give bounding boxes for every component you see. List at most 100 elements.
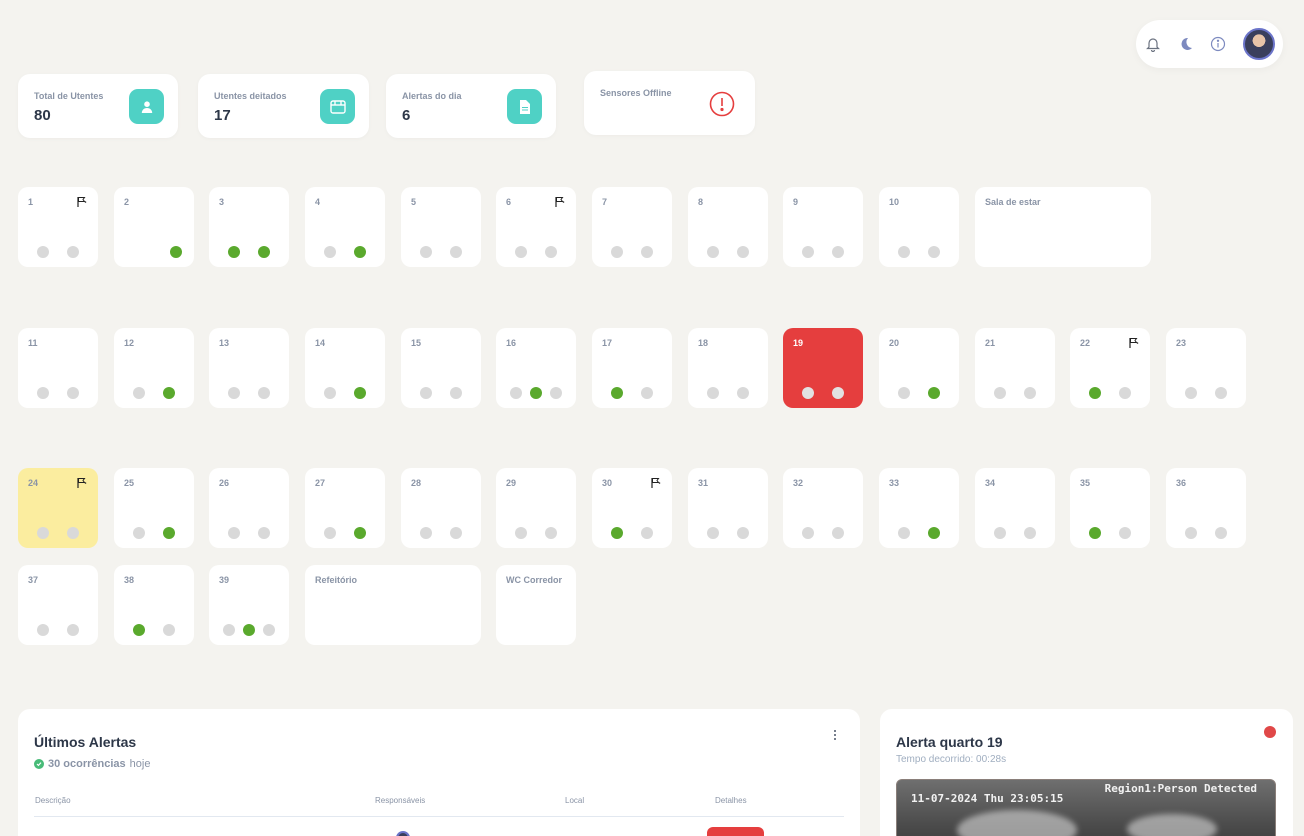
more-vertical-icon[interactable] [830,728,840,744]
sensor-indicators [975,387,1055,399]
sensor-dot-inactive [737,527,749,539]
room-label: 12 [124,338,135,348]
room-card[interactable]: WC Corredor [496,565,576,645]
live-indicator-icon [1264,726,1276,738]
sensor-indicators [18,624,98,636]
room-card[interactable]: 2 [114,187,194,267]
room-card[interactable]: 9 [783,187,863,267]
room-card[interactable]: Refeitório [305,565,481,645]
sensor-indicators [783,246,863,258]
info-icon[interactable] [1208,34,1228,54]
room-card[interactable]: 15 [401,328,481,408]
sensor-dot-inactive [37,246,49,258]
room-card[interactable]: 6 [496,187,576,267]
room-card[interactable]: 24 [18,468,98,548]
room-card[interactable]: 21 [975,328,1055,408]
room-card[interactable]: 38 [114,565,194,645]
column-header-descricao[interactable]: Descrição [35,796,71,805]
sensor-indicators [688,527,768,539]
stat-value: 80 [34,107,51,124]
room-card[interactable]: 5 [401,187,481,267]
room-label: 22 [1080,338,1091,348]
sensor-dot-inactive [450,246,462,258]
sensor-dot-active [133,624,145,636]
sensor-dot-inactive [258,387,270,399]
flag-icon [1128,336,1140,348]
sensor-indicators [114,246,194,258]
room-card[interactable]: 14 [305,328,385,408]
room-card[interactable]: 17 [592,328,672,408]
room-card[interactable]: 35 [1070,468,1150,548]
camera-feed[interactable]: 11-07-2024 Thu 23:05:15 Region1:Person D… [896,779,1276,836]
room-label: Sala de estar [985,197,1041,207]
sensor-dot-inactive [37,624,49,636]
room-card[interactable]: 33 [879,468,959,548]
feed-blob [957,810,1077,836]
moon-icon[interactable] [1176,34,1196,54]
room-card[interactable]: 1 [18,187,98,267]
sensor-indicators [879,387,959,399]
room-card[interactable]: 20 [879,328,959,408]
room-card[interactable]: 30 [592,468,672,548]
room-card[interactable]: 23 [1166,328,1246,408]
room-card[interactable]: Sala de estar [975,187,1151,267]
room-card[interactable]: 39 [209,565,289,645]
sensor-dot-active [611,387,623,399]
column-header-local[interactable]: Local [565,796,584,805]
room-label: 4 [315,197,321,207]
sensor-dot-inactive [802,246,814,258]
room-card[interactable]: 26 [209,468,289,548]
user-avatar[interactable] [1243,28,1275,60]
room-card[interactable]: 37 [18,565,98,645]
room-card[interactable]: 3 [209,187,289,267]
alerts-summary: 30 ocorrências hoje [34,758,150,770]
column-header-responsaveis[interactable]: Responsáveis [375,796,425,805]
sensor-dot-inactive [515,246,527,258]
sensor-dot-active [928,387,940,399]
alerts-period: hoje [129,758,151,770]
room-card[interactable]: 19 [783,328,863,408]
room-card[interactable]: 36 [1166,468,1246,548]
document-icon [507,89,542,124]
sensor-indicators [496,246,576,258]
room-card[interactable]: 18 [688,328,768,408]
room-card[interactable]: 31 [688,468,768,548]
room-label: 21 [985,338,996,348]
sensor-dot-inactive [641,246,653,258]
room-card[interactable]: 27 [305,468,385,548]
room-card[interactable]: 25 [114,468,194,548]
room-card[interactable]: 7 [592,187,672,267]
room-label: 23 [1176,338,1187,348]
flag-icon [76,195,88,207]
sensor-dot-inactive [420,527,432,539]
sensor-indicators [592,387,672,399]
header-toolbar [1136,20,1283,68]
sensor-dot-inactive [420,387,432,399]
room-card[interactable]: 22 [1070,328,1150,408]
sensor-indicators [688,246,768,258]
sensor-dot-active [928,527,940,539]
details-button[interactable] [707,827,764,836]
room-card[interactable]: 12 [114,328,194,408]
room-card[interactable]: 4 [305,187,385,267]
bell-icon[interactable] [1143,34,1163,54]
sensor-indicators [209,387,289,399]
sensor-dot-inactive [223,624,235,636]
sensor-indicators [1166,527,1246,539]
sensor-dot-inactive [324,387,336,399]
room-card[interactable]: 11 [18,328,98,408]
room-card[interactable]: 10 [879,187,959,267]
room-card[interactable]: 16 [496,328,576,408]
sensor-dot-inactive [545,527,557,539]
column-header-detalhes[interactable]: Detalhes [715,796,747,805]
room-card[interactable]: 34 [975,468,1055,548]
room-card[interactable]: 29 [496,468,576,548]
stat-value: 6 [402,107,411,124]
room-card[interactable]: 8 [688,187,768,267]
sensor-dot-active [354,246,366,258]
room-card[interactable]: 32 [783,468,863,548]
sensor-dot-inactive [1119,387,1131,399]
room-card[interactable]: 13 [209,328,289,408]
room-card[interactable]: 28 [401,468,481,548]
room-label: 6 [506,197,512,207]
